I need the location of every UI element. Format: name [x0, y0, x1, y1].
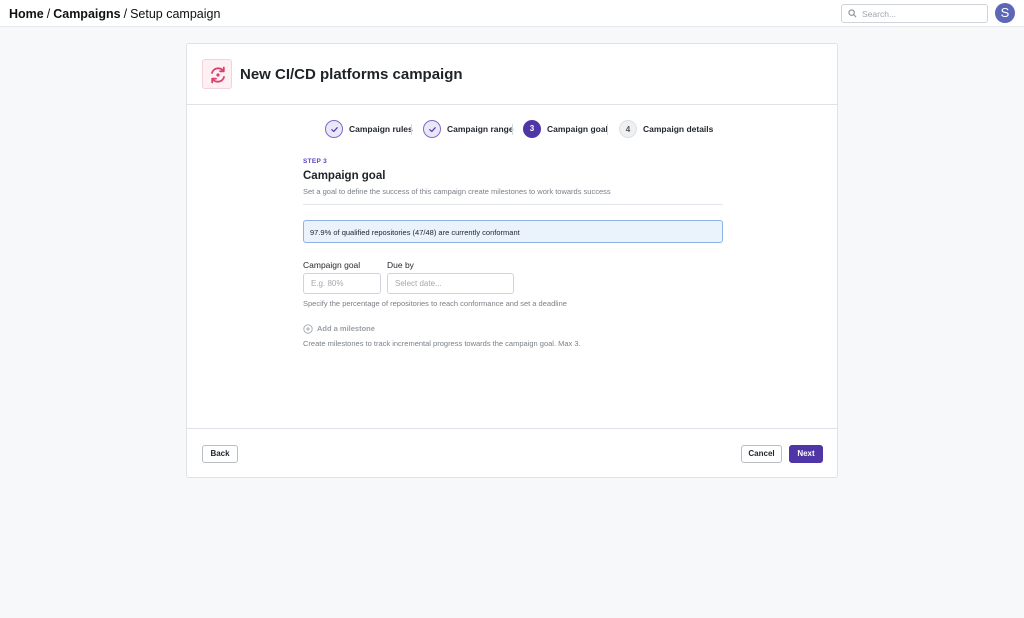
step-indicator-label: STEP 3: [303, 158, 328, 165]
section-description: Set a goal to define the success of this…: [303, 187, 611, 196]
step-divider: [411, 124, 412, 135]
campaign-goal-field[interactable]: [303, 273, 381, 294]
plus-circle-icon: [303, 324, 313, 334]
breadcrumb-home-link[interactable]: Home: [9, 7, 44, 21]
card-header: New CI/CD platforms campaign: [187, 44, 837, 105]
step-campaign-range[interactable]: Campaign range: [423, 120, 514, 138]
due-date-input[interactable]: [395, 277, 508, 290]
step-campaign-rules[interactable]: Campaign rules: [325, 120, 413, 138]
step-label: Campaign range: [447, 124, 514, 134]
cancel-button[interactable]: Cancel: [741, 445, 782, 463]
conformance-info-text: 97.9% of qualified repositories (47/48) …: [310, 228, 520, 237]
due-by-field[interactable]: [387, 273, 514, 294]
step-complete-indicator: [423, 120, 441, 138]
top-bar: Home / Campaigns / Setup campaign S: [0, 0, 1024, 27]
checkmark-icon: [331, 127, 338, 133]
add-milestone-button[interactable]: Add a milestone: [303, 323, 375, 335]
campaign-goal-label: Campaign goal: [303, 260, 361, 270]
divider: [303, 204, 723, 205]
step-number-active: 3: [523, 120, 541, 138]
milestone-hint: Create milestones to track incremental p…: [303, 339, 581, 348]
due-by-label: Due by: [387, 260, 414, 270]
breadcrumb-current: Setup campaign: [130, 7, 221, 21]
search-input[interactable]: [862, 6, 982, 21]
campaign-icon-container: [202, 59, 232, 89]
breadcrumb-separator: /: [123, 7, 128, 21]
step-divider: [607, 124, 608, 135]
step-campaign-details[interactable]: 4 Campaign details: [619, 120, 713, 138]
back-button[interactable]: Back: [202, 445, 238, 463]
footer-divider: [187, 428, 837, 429]
refresh-sync-icon: [211, 66, 225, 84]
user-avatar[interactable]: S: [995, 3, 1015, 23]
checkmark-icon: [429, 127, 436, 133]
page-title: New CI/CD platforms campaign: [240, 66, 463, 83]
campaign-setup-card: New CI/CD platforms campaign Campaign ru…: [186, 43, 838, 478]
breadcrumb-campaigns-link[interactable]: Campaigns: [53, 7, 120, 21]
step-complete-indicator: [325, 120, 343, 138]
step-campaign-goal[interactable]: 3 Campaign goal: [523, 120, 608, 138]
breadcrumb: Home / Campaigns / Setup campaign: [9, 7, 220, 21]
breadcrumb-separator: /: [46, 7, 51, 21]
section-title: Campaign goal: [303, 170, 386, 182]
search-icon: [848, 9, 857, 18]
step-divider: [512, 124, 513, 135]
campaign-goal-input[interactable]: [311, 277, 380, 290]
step-label: Campaign rules: [349, 124, 413, 134]
add-milestone-label: Add a milestone: [317, 324, 375, 333]
conformance-info-banner: 97.9% of qualified repositories (47/48) …: [303, 220, 723, 243]
search-box[interactable]: [841, 4, 988, 23]
step-label: Campaign goal: [547, 124, 608, 134]
fields-hint: Specify the percentage of repositories t…: [303, 299, 567, 308]
next-button[interactable]: Next: [789, 445, 823, 463]
step-number: 4: [619, 120, 637, 138]
step-label: Campaign details: [643, 124, 714, 134]
